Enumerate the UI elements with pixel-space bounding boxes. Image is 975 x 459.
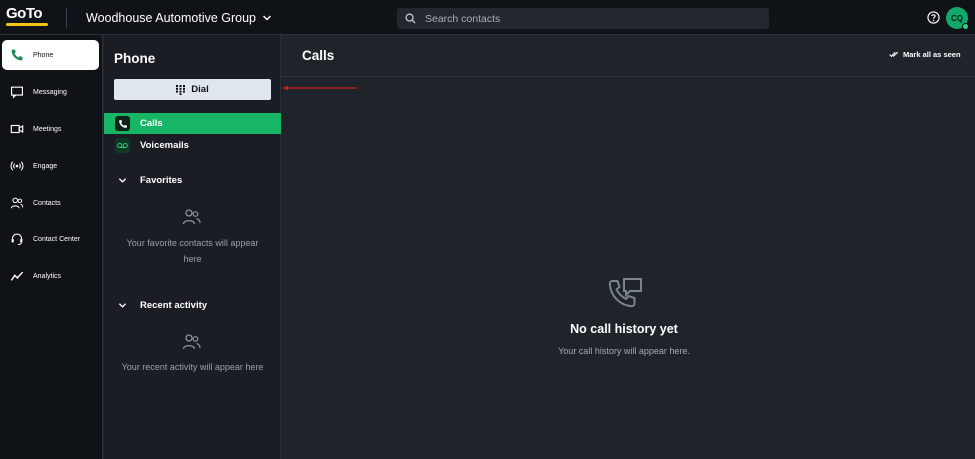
headset-icon — [11, 233, 23, 246]
nav-item-engage[interactable]: Engage — [2, 151, 99, 181]
nav-label: Analytics — [33, 272, 62, 280]
panel-title: Phone — [114, 51, 156, 66]
analytics-icon — [10, 271, 24, 281]
presence-dot — [962, 23, 969, 30]
people-icon — [182, 334, 201, 350]
main-header-divider — [282, 76, 975, 77]
dial-button[interactable]: Dial — [114, 79, 271, 100]
recent-activity-label: Recent activity — [140, 300, 208, 311]
empty-state-title: No call history yet — [570, 322, 678, 336]
mark-all-seen-button[interactable]: Mark all as seen — [889, 50, 961, 59]
recent-activity-toggle[interactable]: Recent activity — [118, 300, 207, 311]
mark-all-seen-label: Mark all as seen — [903, 50, 961, 59]
favorites-label: Favorites — [140, 175, 183, 186]
nav-label: Engage — [33, 162, 58, 170]
contacts-icon — [10, 197, 24, 209]
dialpad-icon — [176, 84, 186, 95]
broadcast-icon — [10, 161, 24, 171]
logo-underline — [6, 23, 48, 26]
message-icon — [11, 86, 23, 99]
favorites-empty-line1: Your favorite contacts will appear — [126, 238, 259, 248]
nav-label: Contacts — [33, 199, 61, 207]
calls-icon — [115, 116, 130, 131]
header-divider — [66, 8, 67, 28]
nav-item-analytics[interactable]: Analytics — [2, 261, 99, 291]
people-icon — [182, 209, 201, 225]
dial-label: Dial — [191, 84, 209, 95]
chevron-down-icon — [118, 303, 127, 308]
avatar[interactable]: CQ — [946, 7, 969, 30]
nav-item-phone[interactable]: Phone — [2, 40, 99, 70]
goto-logo[interactable]: GoTo — [6, 6, 50, 28]
phone-panel: Phone Dial Calls Voicemails Favorites Yo… — [104, 35, 281, 459]
favorites-empty-line2: here — [183, 254, 202, 264]
search-input[interactable] — [425, 12, 745, 25]
favorites-empty-text: Your favorite contacts will appear here — [114, 235, 271, 267]
voicemails-label: Voicemails — [140, 140, 189, 151]
main-title: Calls — [302, 48, 335, 63]
voicemails-nav-item[interactable]: Voicemails — [104, 135, 281, 156]
call-history-icon — [608, 278, 642, 308]
double-check-icon — [889, 51, 899, 58]
recent-activity-empty-text: Your recent activity will appear here — [121, 362, 264, 372]
nav-item-meetings[interactable]: Meetings — [2, 114, 99, 144]
chevron-down-icon — [263, 15, 272, 21]
annotation-arrow — [283, 85, 357, 91]
help-icon[interactable] — [927, 11, 940, 24]
left-nav: Phone Messaging Meetings Engage Contacts… — [0, 35, 103, 459]
avatar-initials: CQ — [951, 13, 963, 23]
top-bar: GoTo Woodhouse Automotive Group CQ — [0, 0, 975, 35]
nav-item-messaging[interactable]: Messaging — [2, 77, 99, 107]
nav-item-contacts[interactable]: Contacts — [2, 188, 99, 218]
empty-state-subtitle: Your call history will appear here. — [558, 346, 690, 356]
nav-label: Phone — [33, 51, 54, 59]
nav-label: Meetings — [33, 125, 62, 133]
nav-label: Contact Center — [33, 235, 81, 243]
search-bar[interactable] — [397, 8, 769, 29]
calls-label: Calls — [140, 118, 163, 129]
org-switcher[interactable]: Woodhouse Automotive Group — [86, 11, 272, 25]
phone-icon — [11, 49, 23, 61]
logo-text: GoTo — [6, 5, 43, 22]
nav-label: Messaging — [33, 88, 67, 96]
org-name: Woodhouse Automotive Group — [86, 11, 257, 25]
video-icon — [10, 124, 24, 134]
search-icon — [405, 13, 416, 24]
nav-item-contact-center[interactable]: Contact Center — [2, 224, 99, 254]
voicemail-icon — [115, 138, 130, 153]
favorites-toggle[interactable]: Favorites — [118, 175, 182, 186]
chevron-down-icon — [118, 178, 127, 183]
calls-nav-item[interactable]: Calls — [104, 113, 281, 134]
